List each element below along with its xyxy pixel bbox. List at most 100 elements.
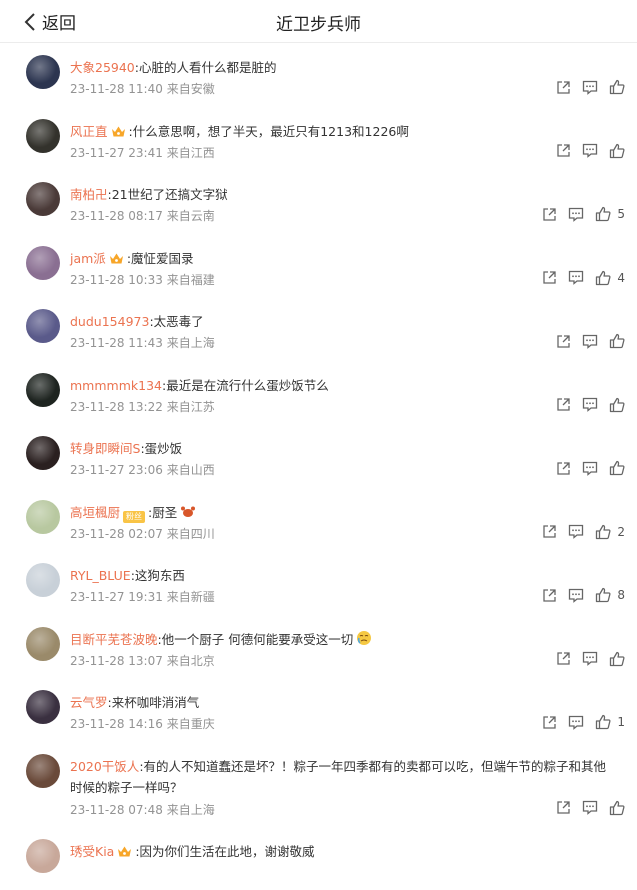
reply-icon[interactable] — [568, 587, 584, 603]
comment-item: 琇受Kia:因为你们生活在此地，谢谢敬威 — [0, 827, 637, 890]
share-icon[interactable] — [541, 206, 557, 222]
like-icon[interactable] — [609, 79, 625, 95]
comment-location: 来自上海 — [167, 336, 215, 350]
like-icon[interactable] — [595, 714, 611, 730]
comment-time: 23-11-28 02:07 — [70, 527, 163, 541]
comment-list: 大象25940:心脏的人看什么都是脏的 23-11-28 11:40 来自安徽 … — [0, 43, 637, 890]
comment-body: mmmmmk134:最近是在流行什么蛋炒饭节么 — [70, 375, 617, 396]
username-link[interactable]: 大象25940 — [70, 60, 135, 75]
reply-icon[interactable] — [568, 524, 584, 540]
comment-meta: 23-11-27 23:41 来自江西 — [70, 144, 215, 161]
comment-actions — [544, 79, 625, 95]
comment-meta: 23-11-28 07:48 来自上海 — [70, 801, 215, 818]
reply-icon[interactable] — [582, 800, 598, 816]
avatar[interactable] — [26, 500, 60, 534]
username-link[interactable]: 2020干饭人 — [70, 759, 139, 774]
comment-actions — [544, 143, 625, 159]
like-count: 1 — [617, 715, 625, 729]
comment-meta: 23-11-28 10:33 来自福建 — [70, 271, 215, 288]
avatar[interactable] — [26, 246, 60, 280]
comment-meta: 23-11-27 19:31 来自新疆 — [70, 588, 215, 605]
username-link[interactable]: 南柏卍 — [70, 187, 108, 202]
comment-text: :心脏的人看什么都是脏的 — [135, 60, 277, 75]
username-link[interactable]: 琇受Kia — [70, 844, 114, 859]
comment-body: 琇受Kia:因为你们生活在此地，谢谢敬威 — [70, 841, 617, 864]
comment-actions — [544, 460, 625, 476]
comment-text: :他一个厨子 何德何能要承受这一切 — [158, 632, 354, 647]
username-link[interactable]: 转身即瞬间S — [70, 441, 140, 456]
share-icon[interactable] — [541, 270, 557, 286]
comment-item: RYL_BLUE:这狗东西 23-11-27 19:31 来自新疆 8 — [0, 551, 637, 615]
username-link[interactable]: jam派 — [70, 251, 106, 266]
username-link[interactable]: mmmmmk134 — [70, 378, 162, 393]
share-icon[interactable] — [541, 524, 557, 540]
avatar[interactable] — [26, 754, 60, 788]
share-icon[interactable] — [555, 79, 571, 95]
avatar[interactable] — [26, 119, 60, 153]
like-icon[interactable] — [595, 587, 611, 603]
share-icon[interactable] — [541, 714, 557, 730]
reply-icon[interactable] — [582, 143, 598, 159]
username-link[interactable]: 风正直 — [70, 124, 108, 139]
comment-item: 云气罗:来杯咖啡消消气 23-11-28 14:16 来自重庆 1 — [0, 678, 637, 742]
comment-item: dudu154973:太恶毒了 23-11-28 11:43 来自上海 — [0, 297, 637, 361]
avatar[interactable] — [26, 563, 60, 597]
reply-icon[interactable] — [568, 206, 584, 222]
cry-emoji-icon — [356, 630, 372, 652]
like-icon[interactable] — [609, 800, 625, 816]
comment-location: 来自上海 — [167, 803, 215, 817]
username-link[interactable]: 目断平芜苍波晚 — [70, 632, 158, 647]
avatar[interactable] — [26, 55, 60, 89]
share-icon[interactable] — [555, 143, 571, 159]
share-icon[interactable] — [555, 800, 571, 816]
avatar[interactable] — [26, 309, 60, 343]
avatar[interactable] — [26, 436, 60, 470]
avatar[interactable] — [26, 182, 60, 216]
reply-icon[interactable] — [582, 79, 598, 95]
avatar[interactable] — [26, 690, 60, 724]
like-icon[interactable] — [609, 460, 625, 476]
comment-time: 23-11-28 07:48 — [70, 803, 163, 817]
comment-actions — [544, 333, 625, 349]
comment-actions: 1 — [530, 714, 625, 730]
comment-item: 南柏卍:21世纪了还搞文字狱 23-11-28 08:17 来自云南 5 — [0, 170, 637, 234]
comment-actions — [544, 397, 625, 413]
like-icon[interactable] — [609, 397, 625, 413]
share-icon[interactable] — [541, 587, 557, 603]
reply-icon[interactable] — [568, 270, 584, 286]
username-link[interactable]: RYL_BLUE — [70, 568, 131, 583]
comment-text: :最近是在流行什么蛋炒饭节么 — [162, 378, 329, 393]
reply-icon[interactable] — [582, 651, 598, 667]
like-icon[interactable] — [595, 270, 611, 286]
comment-time: 23-11-28 13:07 — [70, 654, 163, 668]
reply-icon[interactable] — [582, 460, 598, 476]
comment-time: 23-11-28 13:22 — [70, 400, 163, 414]
avatar[interactable] — [26, 373, 60, 407]
share-icon[interactable] — [555, 460, 571, 476]
username-link[interactable]: 高垣楓厨 — [70, 505, 120, 520]
like-icon[interactable] — [595, 524, 611, 540]
reply-icon[interactable] — [568, 714, 584, 730]
like-icon[interactable] — [609, 143, 625, 159]
like-icon[interactable] — [595, 206, 611, 222]
share-icon[interactable] — [555, 651, 571, 667]
share-icon[interactable] — [555, 333, 571, 349]
comment-location: 来自重庆 — [167, 717, 215, 731]
crown-badge-icon — [109, 250, 124, 271]
username-link[interactable]: 云气罗 — [70, 695, 108, 710]
reply-icon[interactable] — [582, 333, 598, 349]
username-link[interactable]: dudu154973 — [70, 314, 149, 329]
avatar[interactable] — [26, 627, 60, 661]
comment-location: 来自云南 — [167, 209, 215, 223]
comment-actions — [544, 800, 625, 816]
comment-meta: 23-11-28 11:40 来自安徽 — [70, 80, 215, 97]
comment-text: :这狗东西 — [131, 568, 185, 583]
share-icon[interactable] — [555, 397, 571, 413]
avatar[interactable] — [26, 839, 60, 873]
like-icon[interactable] — [609, 651, 625, 667]
reply-icon[interactable] — [582, 397, 598, 413]
comment-item: 风正直:什么意思啊，想了半天，最近只有1213和1226啊 23-11-27 2… — [0, 107, 637, 171]
like-icon[interactable] — [609, 333, 625, 349]
fan-badge: 粉丝 — [123, 511, 145, 523]
comment-location: 来自四川 — [167, 527, 215, 541]
